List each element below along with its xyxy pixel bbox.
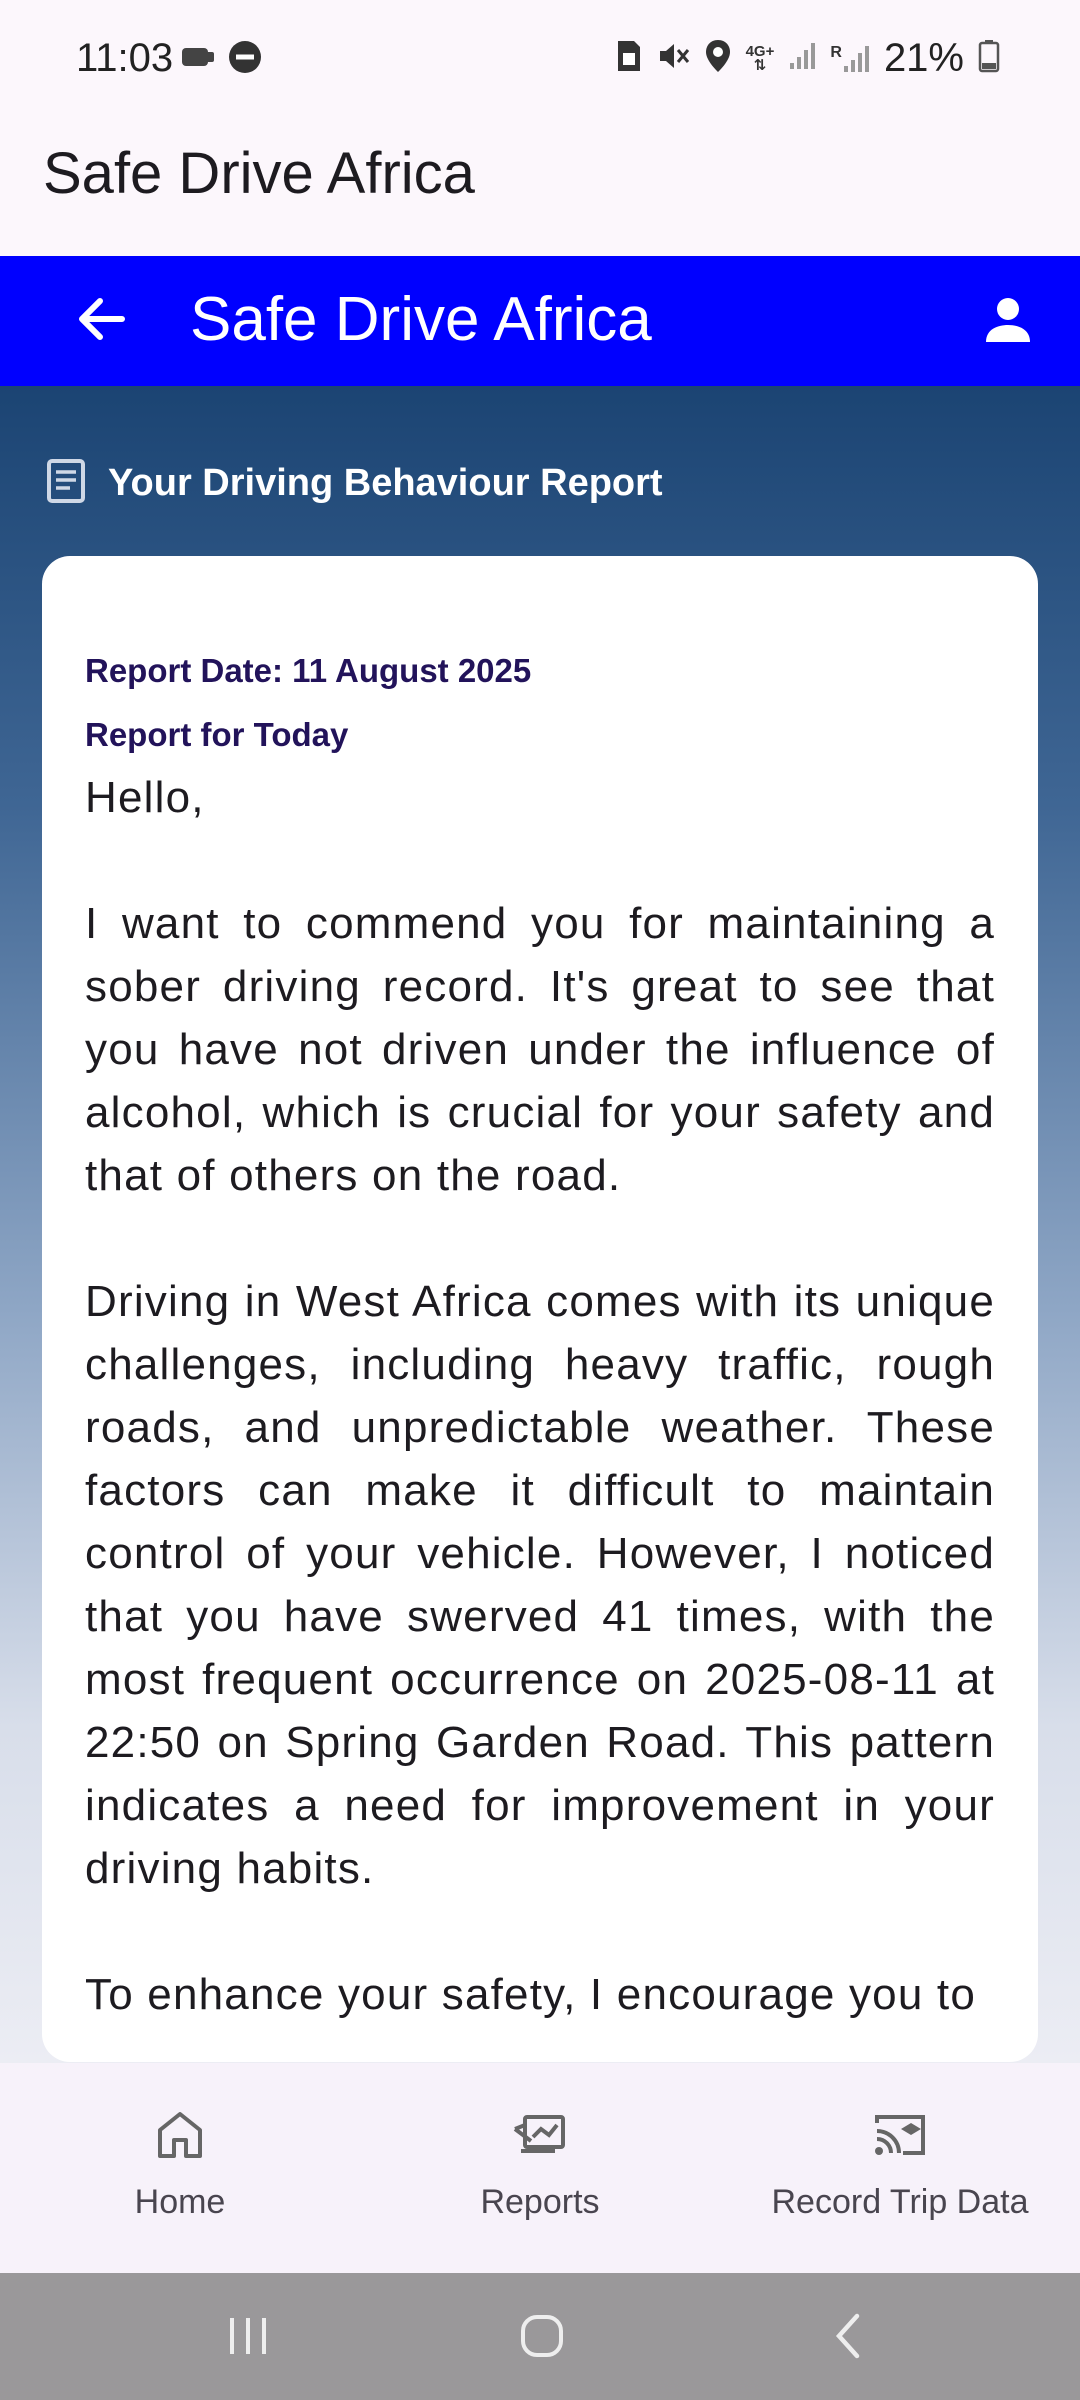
nav-item-reports[interactable]: Reports — [360, 2063, 720, 2273]
document-icon — [46, 458, 86, 509]
battery-icon — [978, 39, 1000, 78]
report-paragraph: I want to commend you for maintaining a … — [85, 899, 995, 1200]
recents-icon — [226, 2314, 270, 2363]
network-4g-icon: 4G+ ⇅ — [745, 42, 775, 74]
home-icon — [156, 2107, 204, 2163]
top-bar-title: Safe Drive Africa — [190, 285, 652, 354]
nav-label-home: Home — [134, 2183, 226, 2221]
nav-label-record-trip-data: Record Trip Data — [771, 2183, 1029, 2221]
top-app-bar: Safe Drive Africa — [0, 256, 1080, 386]
roaming-signal-icon: R — [830, 44, 870, 74]
section-title: Your Driving Behaviour Report — [108, 462, 663, 504]
status-right-icons: 4G+ ⇅ R 21% — [616, 36, 1000, 81]
app-title: Safe Drive Africa — [43, 141, 475, 206]
silent-mode-icon — [180, 42, 216, 77]
report-body: Hello, I want to commend you for maintai… — [85, 766, 995, 2062]
mute-icon — [656, 39, 690, 78]
roaming-label: R — [830, 43, 842, 61]
recents-button[interactable] — [218, 2313, 278, 2363]
content-area: Your Driving Behaviour Report Report Dat… — [0, 386, 1080, 2063]
status-left-icons — [180, 40, 262, 79]
app-title-bar: Safe Drive Africa — [0, 120, 1080, 256]
status-bar: 11:03 4G+ ⇅ R 21% — [0, 0, 1080, 120]
report-greeting: Hello, — [85, 773, 205, 822]
report-date: Report Date: 11 August 2025 — [85, 652, 532, 689]
system-nav — [0, 2273, 1080, 2400]
home-circle-icon — [519, 2313, 565, 2364]
location-icon — [704, 38, 732, 79]
network-label: 4G+ — [745, 42, 775, 60]
cast-record-icon — [871, 2107, 929, 2163]
sim-icon — [616, 39, 642, 78]
system-back-button[interactable] — [818, 2313, 878, 2363]
arrow-back-icon — [76, 297, 126, 346]
back-button[interactable] — [66, 286, 136, 356]
battery-percentage: 21% — [883, 36, 964, 80]
report-paragraph: To enhance your safety, I encourage you … — [85, 1970, 977, 2019]
report-paragraph: Driving in West Africa comes with its un… — [85, 1277, 995, 1893]
system-home-button[interactable] — [512, 2313, 572, 2363]
report-card[interactable]: Report Date: 11 August 2025 Report for T… — [42, 556, 1038, 2062]
section-header: Your Driving Behaviour Report — [46, 458, 663, 509]
status-time: 11:03 — [76, 36, 174, 80]
do-not-disturb-icon — [228, 40, 262, 79]
nav-item-record-trip-data[interactable]: Record Trip Data — [720, 2063, 1080, 2273]
report-icon — [511, 2107, 569, 2163]
report-period: Report for Today — [85, 716, 349, 753]
person-icon — [984, 296, 1032, 349]
bottom-nav: Home Reports Record Trip Data — [0, 2063, 1080, 2273]
back-chevron-icon — [831, 2312, 865, 2365]
nav-item-home[interactable]: Home — [0, 2063, 360, 2273]
signal-icon — [788, 41, 816, 76]
nav-label-reports: Reports — [480, 2183, 600, 2221]
profile-button[interactable] — [972, 286, 1044, 358]
